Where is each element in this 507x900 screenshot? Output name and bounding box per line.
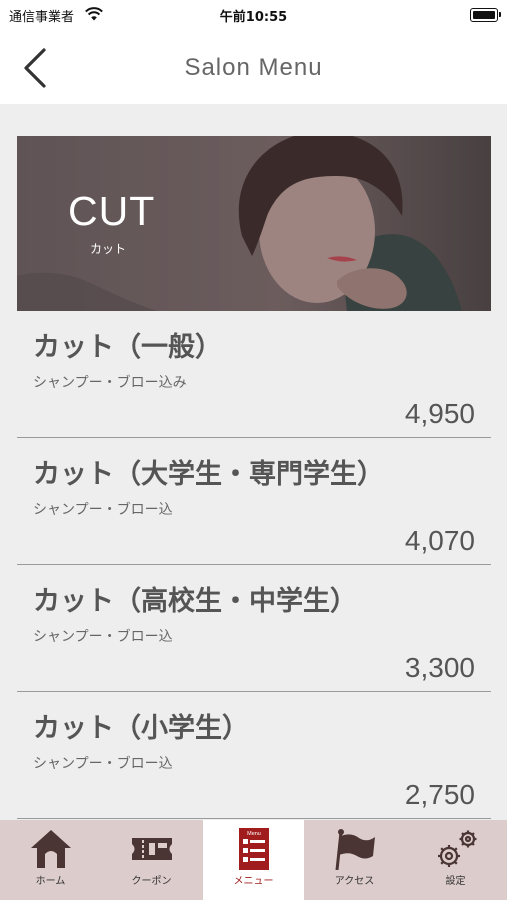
coupon-icon [132,838,172,860]
menu-item-name: カット（大学生・専門学生） [33,459,384,490]
menu-item-description: シャンプー・ブロー込み [33,375,187,391]
menu-item-price: 3,300 [404,652,475,683]
tab-label: メニュー [233,876,274,887]
menu-icon: Menu [239,828,269,870]
category-banner: CUT カット [17,136,491,311]
page-title: Salon Menu [184,54,323,81]
home-icon [31,830,71,868]
tab-label: アクセス [334,876,375,887]
svg-text:Menu: Menu [247,831,261,837]
menu-item-name: カット（小学生） [33,713,249,744]
banner-title: CUT [68,188,156,234]
tab-label: 設定 [445,876,466,887]
menu-list: カット（一般） シャンプー・ブロー込み 4,950 カット（大学生・専門学生） … [17,311,491,819]
menu-item[interactable]: カット（一般） シャンプー・ブロー込み 4,950 [17,311,491,438]
tab-coupon[interactable]: クーポン [101,820,202,900]
tab-bar: ホーム クーポン Menu メニュー アクセス 設定 [0,820,507,900]
tab-label: クーポン [131,876,172,887]
tab-settings[interactable]: 設定 [405,820,506,900]
gear-icon [438,830,477,867]
menu-item-name: カット（高校生・中学生） [33,586,357,617]
menu-item-description: シャンプー・ブロー込 [33,502,173,518]
tab-label: ホーム [35,876,66,887]
navigation-bar: Salon Menu [0,30,507,104]
clock: 午前10:55 [219,10,288,25]
menu-item-price: 2,750 [404,779,475,810]
menu-item-price: 4,950 [404,398,475,429]
menu-item[interactable]: カット（小学生） シャンプー・ブロー込 2,750 [17,692,491,819]
menu-item[interactable]: カット（大学生・専門学生） シャンプー・ブロー込 4,070 [17,438,491,565]
menu-item-price: 4,070 [404,525,475,556]
menu-content[interactable]: CUT カット カット（一般） シャンプー・ブロー込み 4,950 カット（大学… [0,104,507,820]
banner-subtitle: カット [90,242,127,256]
tab-home[interactable]: ホーム [0,820,101,900]
battery-icon [470,8,501,22]
status-bar: 通信事業者 午前10:55 [0,0,507,30]
menu-item[interactable]: カット（高校生・中学生） シャンプー・ブロー込 3,300 [17,565,491,692]
tab-menu[interactable]: Menu メニュー [203,820,304,900]
menu-item-description: シャンプー・ブロー込 [33,756,173,772]
menu-item-name: カット（一般） [33,332,222,363]
flag-icon [335,829,375,870]
menu-item-description: シャンプー・ブロー込 [33,629,173,645]
tab-access[interactable]: アクセス [304,820,405,900]
